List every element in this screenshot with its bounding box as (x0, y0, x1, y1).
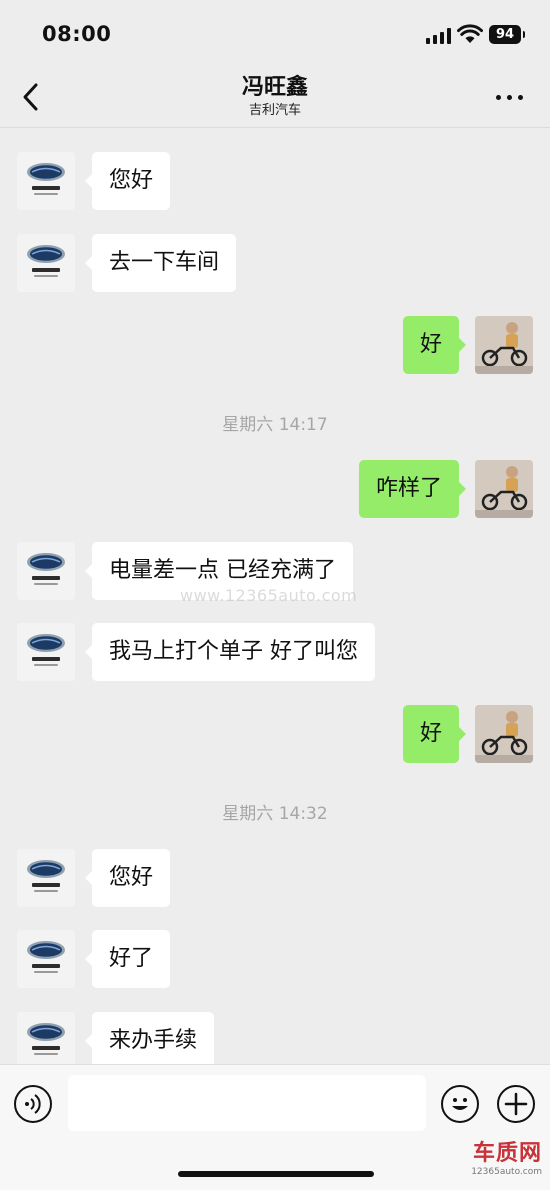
message-bubble[interactable]: 您好 (84, 152, 171, 210)
contact-avatar[interactable] (17, 623, 75, 681)
home-indicator (178, 1171, 374, 1177)
message-bubble[interactable]: 好 (402, 316, 467, 374)
message-bubble[interactable]: 去一下车间 (84, 234, 237, 292)
contact-avatar[interactable] (17, 1012, 75, 1064)
contact-avatar[interactable] (17, 152, 75, 210)
message-row: 我马上打个单子 好了叫您 (0, 623, 550, 681)
user-avatar[interactable] (475, 460, 533, 518)
voice-icon[interactable] (14, 1085, 52, 1123)
contact-company: 吉利汽车 (248, 103, 301, 118)
contact-avatar[interactable] (17, 234, 75, 292)
chat-header: 冯旺鑫 吉利汽车 (0, 70, 550, 128)
status-bar: 08:00 94 (0, 0, 550, 70)
battery-icon: 94 (489, 25, 525, 44)
message-row: 来办手续 (0, 1012, 550, 1064)
message-row: 咋样了 (0, 460, 550, 518)
contact-avatar[interactable] (17, 542, 75, 600)
message-bubble[interactable]: 好 (402, 705, 467, 763)
plus-icon[interactable] (497, 1085, 535, 1123)
contact-avatar[interactable] (17, 930, 75, 988)
message-row: 您好 (0, 152, 550, 210)
user-avatar[interactable] (475, 705, 533, 763)
message-bubble[interactable]: 您好 (84, 849, 171, 907)
message-row: 好了 (0, 930, 550, 988)
message-bubble[interactable]: 来办手续 (84, 1012, 215, 1064)
emoji-icon[interactable] (441, 1085, 479, 1123)
status-time: 08:00 (42, 22, 112, 46)
chat-title: 冯旺鑫 吉利汽车 (0, 74, 550, 120)
signal-icon (426, 28, 452, 44)
more-dots-icon[interactable] (496, 86, 526, 108)
message-row: 去一下车间 (0, 234, 550, 292)
message-row: 好 (0, 316, 550, 374)
timestamp: 星期六 14:32 (222, 804, 328, 824)
message-bubble[interactable]: 好了 (84, 930, 171, 988)
contact-avatar[interactable] (17, 849, 75, 907)
contact-name: 冯旺鑫 (241, 75, 308, 100)
message-row: 好 (0, 705, 550, 763)
user-avatar[interactable] (475, 316, 533, 374)
message-row: 您好 (0, 849, 550, 907)
timestamp: 星期六 14:17 (222, 415, 328, 435)
site-logo: 车质网 12365auto.com (462, 1142, 542, 1178)
message-input[interactable] (68, 1075, 426, 1131)
chat-messages[interactable]: 您好 去一下车间 好 星期六 14:17 咋样了 电量差一点 已经充满了 www… (0, 129, 550, 1064)
logo-text: 车质网 (472, 1141, 542, 1166)
wifi-icon (457, 24, 483, 43)
watermark: www.12365auto.com (180, 586, 358, 605)
message-bubble[interactable]: 咋样了 (358, 460, 467, 518)
message-bubble[interactable]: 我马上打个单子 好了叫您 (85, 623, 375, 681)
logo-url: 12365auto.com (471, 1167, 542, 1177)
